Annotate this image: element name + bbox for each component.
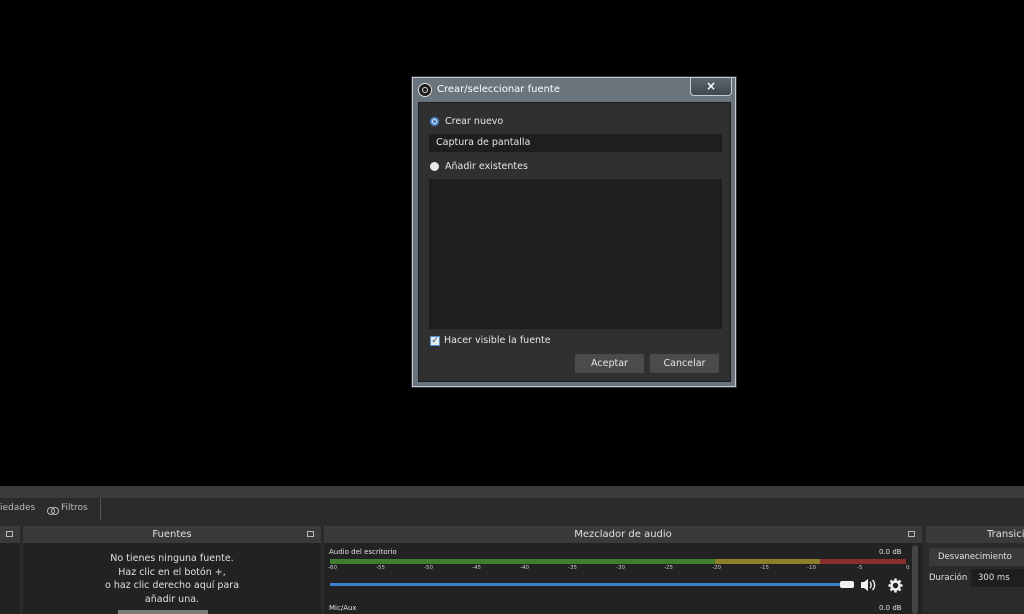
tick: -25 [664,565,673,571]
undock-icon[interactable] [6,531,13,537]
make-visible-label: Hacer visible la fuente [444,335,551,346]
volume-meter-red [820,559,906,564]
sources-empty-message: No tienes ninguna fuente. Haz clic en el… [23,552,321,606]
tick: -20 [712,565,721,571]
undock-icon[interactable] [307,531,314,537]
channel-level: 0.0 dB [879,548,902,556]
create-select-source-dialog: Crear/seleccionar fuente × Crear nuevo C… [412,77,736,387]
close-button[interactable]: × [690,78,732,96]
duration-label: Duración [929,573,968,583]
transitions-body: Desvanecimiento Duración 300 ms [926,543,1024,614]
mixer-dock-header: Mezclador de audio [324,526,922,543]
toolbar-separator [100,498,101,520]
scenes-dock-body [0,543,20,614]
source-name-input[interactable]: Captura de pantalla [429,134,722,152]
sources-list[interactable]: No tienes ninguna fuente. Haz clic en el… [23,543,321,614]
cancel-button[interactable]: Cancelar [650,354,719,373]
tick: -50 [424,565,433,571]
make-visible-checkbox[interactable]: ✓ [430,336,440,346]
create-new-radio[interactable] [430,117,439,126]
undock-icon[interactable] [908,531,915,537]
add-existing-label: Añadir existentes [445,161,528,172]
tick: -40 [520,565,529,571]
tick: -35 [568,565,577,571]
accept-button[interactable]: Aceptar [575,354,644,373]
tick: -60 [328,565,337,571]
volume-meter-yellow [715,559,820,564]
tick: -10 [807,565,816,571]
dialog-title: Crear/seleccionar fuente [437,84,560,95]
transitions-dock-title: Transicio [987,529,1024,540]
gear-icon[interactable] [888,578,903,593]
empty-line-2: Haz clic en el botón +, [118,566,226,578]
tick: -5 [857,565,863,571]
panel-divider [0,486,1024,498]
tick: -15 [760,565,769,571]
sources-icons-hint [118,610,208,614]
mixer-body: Audio del escritorio 0.0 dB -60 -55 -50 … [324,543,922,614]
empty-line-3: o haz clic derecho aquí para [104,580,240,591]
tick: -30 [616,565,625,571]
empty-line-1: No tienes ninguna fuente. [110,553,234,564]
channel-level: 0.0 dB [879,604,902,612]
existing-sources-list[interactable] [429,179,722,329]
channel-name: Mic/Aux [329,604,357,612]
sources-dock-header: Fuentes [23,526,321,543]
volume-slider[interactable] [330,583,848,586]
duration-input[interactable]: 300 ms [971,569,1024,587]
add-existing-radio[interactable] [430,162,439,171]
dialog-body: Crear nuevo Captura de pantalla Añadir e… [418,102,731,382]
mixer-scrollbar[interactable] [912,545,918,614]
scenes-dock-header [0,526,20,543]
create-new-label: Crear nuevo [445,116,504,127]
speaker-icon[interactable] [859,577,877,593]
tick: -55 [376,565,385,571]
channel-name: Audio del escritorio [329,548,397,556]
meter-scale: -60 -55 -50 -45 -40 -35 -30 -25 -20 -15 … [328,565,910,573]
tick: 0 [906,565,910,571]
transition-select[interactable]: Desvanecimiento [929,548,1024,566]
volume-slider-handle[interactable] [840,581,854,588]
sources-dock-title: Fuentes [152,529,192,540]
filters-button[interactable]: Filtros [61,503,88,513]
obs-logo-icon [418,83,432,97]
transitions-dock-header: Transicio [926,526,1024,543]
properties-button[interactable]: iedades [0,503,35,513]
empty-line-4: añadir una. [144,593,200,605]
filters-icon [47,502,59,515]
mixer-dock-title: Mezclador de audio [574,529,672,540]
tick: -45 [472,565,481,571]
volume-meter-green [330,559,715,564]
